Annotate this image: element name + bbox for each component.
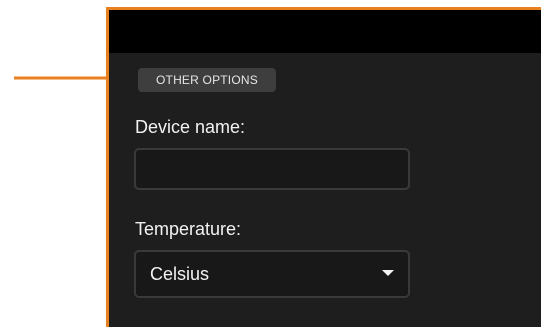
temperature-selected-value: Celsius — [150, 264, 210, 284]
temperature-select[interactable]: Celsius — [134, 250, 410, 298]
settings-panel: OTHER OPTIONS Device name: Temperature: … — [106, 7, 541, 327]
device-name-label: Device name: — [135, 117, 246, 137]
screenshot-stage: OTHER OPTIONS Device name: Temperature: … — [0, 0, 541, 327]
device-name-input[interactable] — [134, 148, 410, 190]
other-options-section-label: OTHER OPTIONS — [138, 68, 276, 92]
temperature-label: Temperature: — [135, 219, 242, 239]
panel-header-bar — [109, 10, 541, 53]
caret-down-icon — [382, 270, 394, 276]
